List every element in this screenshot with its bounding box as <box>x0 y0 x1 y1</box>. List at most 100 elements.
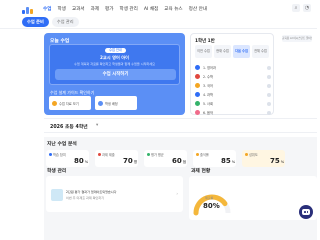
search-icon[interactable]: ⌕ <box>292 4 300 12</box>
more-icon[interactable] <box>267 101 271 106</box>
schedule-tab[interactable]: 현재 수업 <box>214 45 231 58</box>
students-card[interactable]: 2단원 평가 결과가 업데이트되었습니다 이번 주 미제출 과제 확인하기 › <box>46 176 183 212</box>
top-navigation: 수업 학생 교과서 과제 평가 학생 관리 AI 채점 교육 뉴스 정산 안내 <box>40 5 210 13</box>
guide-card-students[interactable]: 학생 배정 <box>95 96 137 110</box>
stat-icon <box>49 153 52 156</box>
bell-icon[interactable]: ◔ <box>303 4 311 12</box>
side-banner: 교육용 AI 어시스턴트 알아보기 <box>280 33 312 115</box>
more-icon[interactable] <box>267 65 271 70</box>
stat-icon <box>147 153 150 156</box>
stat-card[interactable]: 학습 참여 80% <box>46 150 89 167</box>
schedule-row[interactable]: 1. 영어과 <box>195 63 271 72</box>
class-name: 2026 초등 4학년 <box>50 125 88 130</box>
stat-card[interactable]: 평가 평균 60점 <box>144 150 187 167</box>
stat-card[interactable]: 과제 제출 70명 <box>95 150 138 167</box>
banner-label[interactable]: 교육용 AI 어시스턴트 알아보기 <box>282 35 312 42</box>
stat-label: 평가 평균 <box>147 152 164 157</box>
subject-icon <box>195 74 200 79</box>
more-icon[interactable] <box>267 92 271 97</box>
stat-value: 70명 <box>123 157 138 165</box>
lesson-chip: 수업 안내 <box>105 48 126 53</box>
schedule-row-label: 4. 과학 <box>203 93 213 97</box>
schedule-row-label: 2. 수학 <box>203 75 213 79</box>
subject-icon <box>195 65 200 70</box>
schedule-tab[interactable]: 다음 수업 <box>233 45 250 58</box>
progress-ring <box>193 194 231 216</box>
progress-value: 80% <box>203 202 220 210</box>
nav-item[interactable]: 수업 <box>40 5 54 13</box>
sub-tabs: 수업 준비 수업 관리 <box>22 17 79 27</box>
stat-label: 성취도 <box>245 152 258 157</box>
schedule-title: 1학년 1반 <box>195 39 215 44</box>
schedule-row-label: 6. 음악 <box>203 111 213 115</box>
lesson-card: 수업 안내 2교시 영어 아이 수업 계획과 자료를 확인하고 학생들과 함께 … <box>49 44 180 85</box>
nav-item[interactable]: 교육 뉴스 <box>161 5 185 13</box>
start-lesson-button[interactable]: 수업 시작하기 <box>55 69 176 80</box>
progress-label: 제출률 <box>205 196 214 200</box>
nav-item[interactable]: 정산 안내 <box>186 5 210 13</box>
app-logo[interactable] <box>22 7 34 14</box>
more-icon[interactable] <box>267 74 271 79</box>
schedule-tab[interactable]: 이전 수업 <box>195 45 212 58</box>
document-icon <box>52 100 57 106</box>
users-icon <box>98 100 103 106</box>
tab-lesson-prep[interactable]: 수업 준비 <box>22 17 49 27</box>
analysis-stats: 학습 참여 80% 과제 제출 70명 평가 평균 60점 출석률 85% 성취도 75% <box>46 150 285 167</box>
subject-icon <box>195 83 200 88</box>
more-icon[interactable] <box>267 110 271 115</box>
guide-card-label: 수업 자료 보기 <box>59 101 79 106</box>
guide-card-label: 학생 배정 <box>105 101 118 106</box>
chevron-right-icon: › <box>176 191 178 196</box>
schedule-list: 1. 영어과 2. 수학 3. 국어 4. 과학 5. 사회 6. 음악 <box>195 63 271 117</box>
stat-value: 85% <box>221 157 236 165</box>
schedule-row-label: 5. 사회 <box>203 102 213 106</box>
progress-title: 과제 현황 <box>191 169 211 174</box>
students-subnotice: 이번 주 미제출 과제 확인하기 <box>66 196 105 200</box>
schedule-row[interactable]: 6. 음악 <box>195 108 271 117</box>
tab-lesson-manage[interactable]: 수업 관리 <box>51 17 79 27</box>
chevron-down-icon: ▾ <box>96 123 99 128</box>
schedule-tabs: 이전 수업 현재 수업 다음 수업 전체 수업 <box>195 45 269 58</box>
stat-value: 80% <box>74 157 89 165</box>
guide-cards: 수업 자료 보기 학생 배정 <box>49 96 137 110</box>
schedule-row[interactable]: 4. 과학 <box>195 90 271 99</box>
divider <box>0 28 317 29</box>
nav-item[interactable]: 평가 <box>102 5 116 13</box>
subject-icon <box>195 110 200 115</box>
stat-icon <box>245 153 248 156</box>
today-lesson-title: 오늘 수업 <box>50 39 70 44</box>
more-icon[interactable] <box>267 83 271 88</box>
stat-card[interactable]: 출석률 85% <box>193 150 236 167</box>
schedule-tab[interactable]: 전체 수업 <box>252 45 269 58</box>
stat-icon <box>196 153 199 156</box>
subject-icon <box>195 101 200 106</box>
nav-item[interactable]: AI 채점 <box>141 5 161 13</box>
stat-value: 75% <box>270 157 285 165</box>
students-notice: 2단원 평가 결과가 업데이트되었습니다 <box>66 190 117 194</box>
schedule-row[interactable]: 3. 국어 <box>195 81 271 90</box>
students-title: 학생 관리 <box>47 169 67 174</box>
stat-value: 60점 <box>172 157 187 165</box>
notice-icon <box>51 189 63 201</box>
nav-item[interactable]: 과제 <box>88 5 102 13</box>
stat-label: 과제 제출 <box>98 152 115 157</box>
schedule-row[interactable]: 5. 사회 <box>195 99 271 108</box>
stat-icon <box>98 153 101 156</box>
lesson-description: 수업 계획과 자료를 확인하고 학생들과 함께 수업을 시작하세요 <box>74 62 155 66</box>
class-selector[interactable]: 2026 초등 4학년 ▾ <box>44 118 317 133</box>
guide-card-materials[interactable]: 수업 자료 보기 <box>49 96 91 110</box>
today-lesson-panel: 오늘 수업 수업 안내 2교시 영어 아이 수업 계획과 자료를 확인하고 학생… <box>44 33 185 115</box>
nav-item[interactable]: 교과서 <box>69 5 88 13</box>
stat-label: 출석률 <box>196 152 209 157</box>
stat-label: 학습 참여 <box>49 152 66 157</box>
schedule-row-label: 3. 국어 <box>203 84 213 88</box>
stat-card[interactable]: 성취도 75% <box>242 150 285 167</box>
analysis-title: 지난 수업 분석 <box>47 142 77 147</box>
progress-card: 제출률 80% <box>189 176 317 220</box>
nav-item[interactable]: 학생 <box>54 5 68 13</box>
top-right-actions: ⌕ ◔ <box>292 4 311 12</box>
schedule-row[interactable]: 2. 수학 <box>195 72 271 81</box>
nav-item[interactable]: 학생 관리 <box>117 5 141 13</box>
bot-icon[interactable] <box>299 205 313 219</box>
schedule-row-label: 1. 영어과 <box>203 66 216 70</box>
